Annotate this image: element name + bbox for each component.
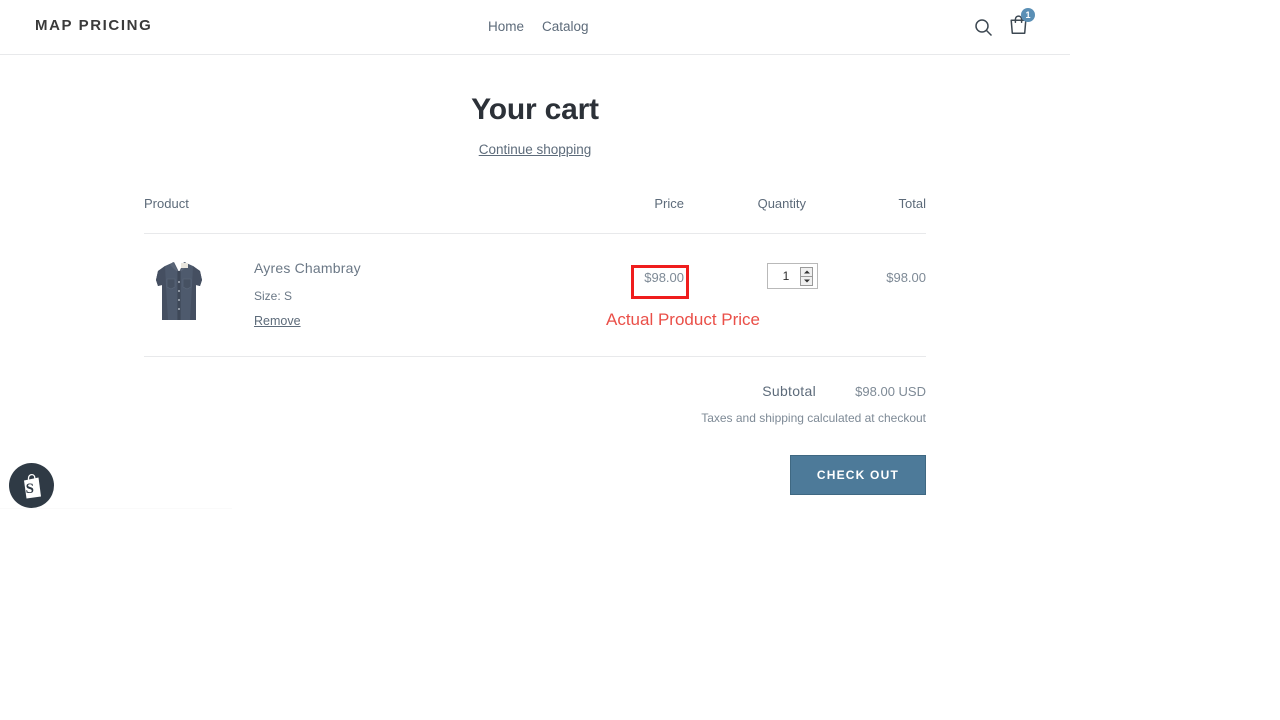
price-highlight-label: Actual Product Price bbox=[606, 310, 760, 330]
cart-footer: Subtotal $98.00 USD Taxes and shipping c… bbox=[144, 383, 926, 495]
cart-button[interactable]: 1 bbox=[1009, 14, 1028, 40]
subtotal-value: $98.00 USD bbox=[816, 384, 926, 399]
subtotal-label: Subtotal bbox=[762, 383, 816, 399]
column-header-quantity: Quantity bbox=[684, 196, 836, 234]
search-icon[interactable] bbox=[974, 18, 993, 37]
remove-item-link[interactable]: Remove bbox=[254, 314, 301, 328]
chambray-shirt-image bbox=[144, 256, 214, 328]
page-title: Your cart bbox=[144, 93, 926, 127]
header-actions: 1 bbox=[974, 14, 1028, 40]
continue-shopping-wrap: Continue shopping bbox=[144, 141, 926, 159]
quantity-increment-icon[interactable] bbox=[801, 268, 812, 277]
product-details: Ayres Chambray Size: S Remove bbox=[214, 256, 361, 330]
quantity-input[interactable] bbox=[774, 268, 798, 284]
product-variant: Size: S bbox=[254, 289, 361, 303]
cart-table-head: Product Price Quantity Total bbox=[144, 196, 926, 234]
quantity-stepper[interactable] bbox=[767, 263, 818, 289]
table-row: Ayres Chambray Size: S Remove $98.00 bbox=[144, 234, 926, 357]
cart-item-price: $98.00 bbox=[564, 234, 684, 357]
product-thumbnail[interactable] bbox=[144, 256, 214, 328]
svg-text:S: S bbox=[25, 481, 33, 497]
nav-item-home[interactable]: Home bbox=[488, 19, 524, 34]
cart-item-quantity-cell bbox=[684, 234, 836, 357]
site-logo[interactable]: MAP PRICING bbox=[35, 17, 152, 34]
cart-table: Product Price Quantity Total bbox=[144, 196, 926, 357]
site-header: MAP PRICING Home Catalog 1 bbox=[0, 0, 1070, 55]
column-header-price: Price bbox=[564, 196, 684, 234]
subtotal-row: Subtotal $98.00 USD bbox=[144, 383, 926, 399]
column-header-product: Product bbox=[144, 196, 564, 234]
continue-shopping-link[interactable]: Continue shopping bbox=[479, 142, 592, 157]
shopify-badge[interactable]: S bbox=[9, 463, 54, 508]
cart-table-body: Ayres Chambray Size: S Remove $98.00 bbox=[144, 234, 926, 357]
nav-item-catalog[interactable]: Catalog bbox=[542, 19, 589, 34]
tax-shipping-note: Taxes and shipping calculated at checkou… bbox=[144, 411, 926, 425]
column-header-total: Total bbox=[836, 196, 926, 234]
product-name-link[interactable]: Ayres Chambray bbox=[254, 260, 361, 276]
main-navigation: Home Catalog bbox=[488, 19, 589, 34]
checkout-button[interactable]: CHECK OUT bbox=[790, 455, 926, 495]
cart-table-header-row: Product Price Quantity Total bbox=[144, 196, 926, 234]
page-edge-artifact bbox=[0, 508, 232, 509]
cart-item-product-cell: Ayres Chambray Size: S Remove bbox=[144, 234, 564, 357]
quantity-decrement-icon[interactable] bbox=[801, 277, 812, 285]
storefront-page: MAP PRICING Home Catalog 1 bbox=[0, 0, 1070, 720]
quantity-spinner[interactable] bbox=[800, 267, 813, 286]
cart-item-total: $98.00 bbox=[836, 234, 926, 357]
checkout-wrap: CHECK OUT bbox=[144, 455, 926, 495]
cart-count-badge: 1 bbox=[1021, 8, 1035, 22]
cart-main: Your cart Continue shopping Product Pric… bbox=[144, 55, 926, 495]
shopify-bag-icon: S bbox=[20, 473, 44, 499]
